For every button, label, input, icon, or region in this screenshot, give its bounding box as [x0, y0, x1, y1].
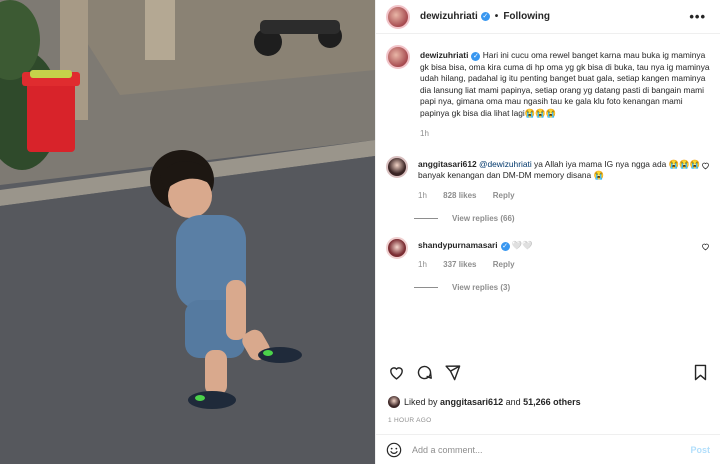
comment-icon[interactable] [416, 364, 433, 381]
reply-button[interactable]: Reply [493, 191, 515, 200]
verified-icon: ✓ [480, 12, 490, 21]
comments-scroll-area[interactable]: dewizuhriati ✓ Hari ini cucu oma rewel ba… [376, 45, 720, 357]
heart-icon[interactable] [388, 364, 405, 381]
verified-icon: ✓ [500, 241, 510, 251]
view-replies-label[interactable]: View replies (3) [452, 283, 510, 292]
comment-item: anggitasari612 @dewizuhriati ya Allah iy… [376, 155, 720, 200]
photo-illustration [0, 0, 375, 464]
emoji-icon[interactable] [386, 442, 402, 458]
caption-username[interactable]: dewizuhriati [420, 50, 468, 60]
author-username[interactable]: dewizuhriati [420, 11, 478, 22]
commenter-avatar[interactable] [386, 236, 408, 259]
share-icon[interactable] [444, 364, 461, 381]
separator-dot: • [494, 11, 499, 22]
verified-icon: ✓ [471, 52, 481, 61]
comment-mention[interactable]: @dewizuhriati [479, 159, 532, 169]
view-replies-label[interactable]: View replies (66) [452, 214, 515, 223]
replies-divider [414, 217, 438, 219]
post-header: dewizuhriati ✓ • Following ••• [376, 0, 720, 34]
following-button[interactable]: Following [503, 11, 550, 22]
author-avatar[interactable] [386, 4, 410, 29]
comment-username[interactable]: shandypurnamasari [418, 240, 498, 250]
comment-time[interactable]: 1h [418, 260, 427, 269]
comment-bar: Add a comment... Post [376, 434, 720, 464]
bookmark-icon[interactable] [693, 364, 708, 381]
comment-username[interactable]: anggitasari612 [418, 159, 477, 169]
reply-button[interactable]: Reply [493, 260, 515, 269]
commenter-avatar[interactable] [386, 155, 408, 178]
comment-likes[interactable]: 828 likes [443, 191, 476, 200]
comment-text: shandypurnamasari ✓ 🤍🤍 [418, 240, 708, 252]
likes-others[interactable]: 51,266 others [523, 397, 581, 407]
likes-summary[interactable]: Liked by anggitasari612 and 51,266 other… [388, 396, 581, 408]
view-replies-button[interactable]: View replies (3) [414, 283, 720, 292]
caption-avatar[interactable] [386, 45, 410, 69]
comment-input[interactable]: Add a comment... [412, 445, 690, 455]
comment-heart-icon[interactable] [701, 161, 710, 170]
action-bar [376, 364, 720, 384]
post-button[interactable]: Post [690, 445, 710, 455]
likes-user[interactable]: anggitasari612 [440, 397, 503, 407]
caption-time[interactable]: 1h [420, 129, 429, 138]
comment-item: shandypurnamasari ✓ 🤍🤍 1h 337 likes Reply [376, 236, 720, 269]
view-replies-button[interactable]: View replies (66) [414, 214, 720, 223]
comment-time[interactable]: 1h [418, 191, 427, 200]
comment-heart-icon[interactable] [701, 242, 710, 251]
caption-body: Hari ini cucu oma rewel banget karna mau… [420, 50, 710, 118]
liker-avatar [388, 396, 400, 408]
post-photo[interactable] [0, 0, 375, 464]
comment-body: 🤍🤍 [511, 239, 533, 250]
replies-divider [414, 287, 438, 289]
post-side-panel: dewizuhriati ✓ • Following ••• dewizuhri… [375, 0, 720, 464]
comment-likes[interactable]: 337 likes [443, 260, 476, 269]
likes-prefix: Liked by [404, 397, 438, 407]
caption-text: dewizuhriati ✓ Hari ini cucu oma rewel ba… [420, 50, 710, 120]
posted-ago[interactable]: 1 HOUR AGO [388, 417, 431, 424]
comment-text: anggitasari612 @dewizuhriati ya Allah iy… [418, 159, 708, 182]
caption-entry: dewizuhriati ✓ Hari ini cucu oma rewel ba… [376, 45, 720, 138]
more-options-icon[interactable]: ••• [689, 9, 706, 24]
likes-and: and [505, 397, 521, 407]
